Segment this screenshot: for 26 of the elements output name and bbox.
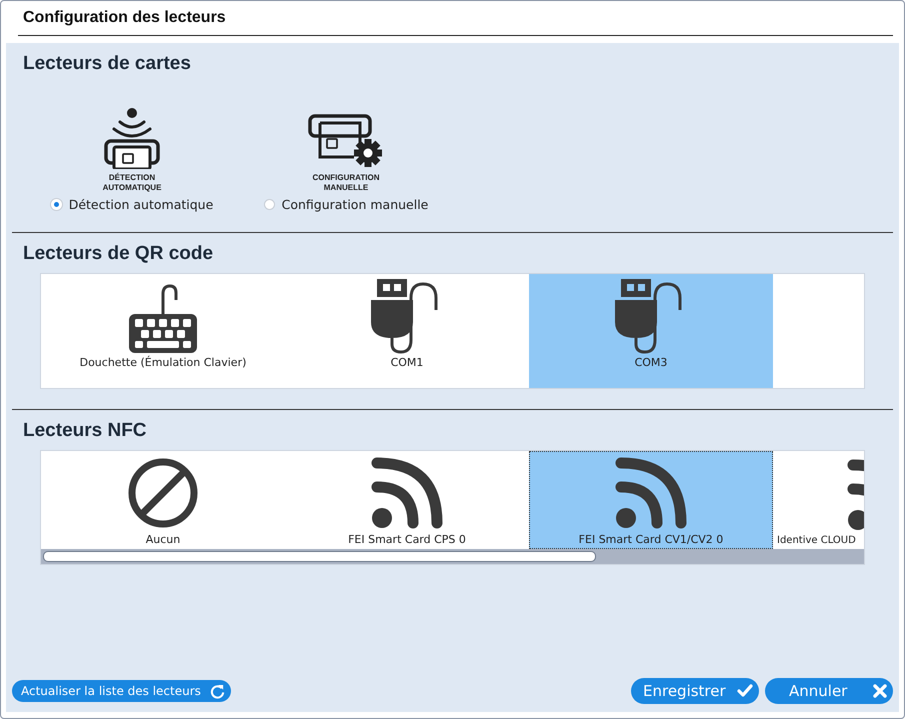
- wireless-signal-icon: [371, 457, 443, 529]
- close-icon: [873, 684, 887, 698]
- radio-option[interactable]: Configuration manuelle: [264, 197, 428, 212]
- scrollbar[interactable]: [41, 549, 864, 564]
- reader-item[interactable]: COM1: [285, 274, 529, 388]
- prohibited-icon: [127, 457, 199, 529]
- reader-item[interactable]: COM3: [529, 274, 773, 388]
- reader-item[interactable]: Aucun: [41, 451, 285, 549]
- section-heading: Lecteurs de QR code: [23, 243, 214, 265]
- icon-caption: CONFIGURATION MANUELLE: [312, 173, 380, 193]
- section-heading: Lecteurs NFC: [23, 420, 147, 442]
- save-button[interactable]: Enregistrer: [631, 678, 759, 704]
- section-heading: Lecteurs de cartes: [23, 53, 191, 75]
- refresh-icon: [210, 684, 225, 698]
- card-reader-gear-icon: [308, 113, 384, 169]
- reader-item[interactable]: Douchette (Émulation Clavier): [41, 274, 285, 388]
- refresh-list-button[interactable]: Actualiser la liste des lecteurs: [12, 680, 231, 702]
- radio-option[interactable]: Détection automatique: [50, 197, 214, 212]
- reader-item[interactable]: FEI Smart Card CV1/CV2 0: [529, 451, 773, 549]
- check-icon: [737, 684, 753, 698]
- icon-caption: DÉTECTION AUTOMATIQUE: [102, 173, 162, 193]
- cancel-button[interactable]: Annuler: [765, 678, 893, 704]
- window-title: Configuration des lecteurs: [22, 9, 226, 27]
- reader-item[interactable]: Identive CLOUD: [773, 451, 864, 549]
- wireless-signal-icon: [615, 457, 687, 529]
- reader-item[interactable]: FEI Smart Card CPS 0: [285, 451, 529, 549]
